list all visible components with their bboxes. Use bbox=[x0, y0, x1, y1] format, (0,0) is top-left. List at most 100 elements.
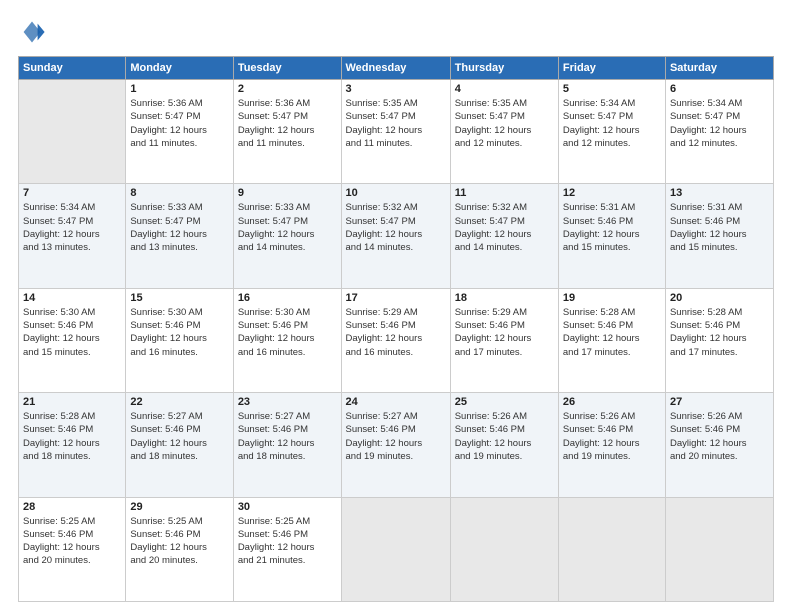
day-number: 10 bbox=[346, 187, 446, 199]
day-info: Sunrise: 5:34 AMSunset: 5:47 PMDaylight:… bbox=[670, 97, 769, 150]
day-number: 18 bbox=[455, 292, 554, 304]
calendar-cell: 12 Sunrise: 5:31 AMSunset: 5:46 PMDayligh… bbox=[558, 184, 665, 288]
calendar-cell: 26 Sunrise: 5:26 AMSunset: 5:46 PMDayligh… bbox=[558, 393, 665, 497]
day-info: Sunrise: 5:29 AMSunset: 5:46 PMDaylight:… bbox=[455, 306, 554, 359]
calendar-cell bbox=[558, 497, 665, 601]
day-number: 29 bbox=[130, 501, 228, 513]
day-number: 22 bbox=[130, 396, 228, 408]
calendar-cell: 11 Sunrise: 5:32 AMSunset: 5:47 PMDayligh… bbox=[450, 184, 558, 288]
day-info: Sunrise: 5:27 AMSunset: 5:46 PMDaylight:… bbox=[238, 410, 337, 463]
day-info: Sunrise: 5:29 AMSunset: 5:46 PMDaylight:… bbox=[346, 306, 446, 359]
day-number: 7 bbox=[23, 187, 121, 199]
day-info: Sunrise: 5:33 AMSunset: 5:47 PMDaylight:… bbox=[130, 201, 228, 254]
week-row-1: 1 Sunrise: 5:36 AMSunset: 5:47 PMDaylight… bbox=[19, 80, 774, 184]
week-row-4: 21 Sunrise: 5:28 AMSunset: 5:46 PMDayligh… bbox=[19, 393, 774, 497]
day-info: Sunrise: 5:27 AMSunset: 5:46 PMDaylight:… bbox=[130, 410, 228, 463]
day-header-saturday: Saturday bbox=[665, 57, 773, 80]
day-number: 28 bbox=[23, 501, 121, 513]
day-number: 2 bbox=[238, 83, 337, 95]
day-info: Sunrise: 5:27 AMSunset: 5:46 PMDaylight:… bbox=[346, 410, 446, 463]
day-info: Sunrise: 5:25 AMSunset: 5:46 PMDaylight:… bbox=[130, 515, 228, 568]
day-number: 24 bbox=[346, 396, 446, 408]
day-header-wednesday: Wednesday bbox=[341, 57, 450, 80]
logo bbox=[18, 18, 50, 46]
day-header-thursday: Thursday bbox=[450, 57, 558, 80]
day-info: Sunrise: 5:34 AMSunset: 5:47 PMDaylight:… bbox=[563, 97, 661, 150]
calendar-cell: 3 Sunrise: 5:35 AMSunset: 5:47 PMDaylight… bbox=[341, 80, 450, 184]
calendar-cell: 23 Sunrise: 5:27 AMSunset: 5:46 PMDayligh… bbox=[233, 393, 341, 497]
day-info: Sunrise: 5:35 AMSunset: 5:47 PMDaylight:… bbox=[455, 97, 554, 150]
day-info: Sunrise: 5:30 AMSunset: 5:46 PMDaylight:… bbox=[238, 306, 337, 359]
day-number: 23 bbox=[238, 396, 337, 408]
day-info: Sunrise: 5:32 AMSunset: 5:47 PMDaylight:… bbox=[455, 201, 554, 254]
day-info: Sunrise: 5:26 AMSunset: 5:46 PMDaylight:… bbox=[670, 410, 769, 463]
day-info: Sunrise: 5:25 AMSunset: 5:46 PMDaylight:… bbox=[23, 515, 121, 568]
calendar-cell bbox=[341, 497, 450, 601]
calendar-cell: 20 Sunrise: 5:28 AMSunset: 5:46 PMDayligh… bbox=[665, 288, 773, 392]
header-row: SundayMondayTuesdayWednesdayThursdayFrid… bbox=[19, 57, 774, 80]
day-info: Sunrise: 5:28 AMSunset: 5:46 PMDaylight:… bbox=[563, 306, 661, 359]
calendar-cell: 5 Sunrise: 5:34 AMSunset: 5:47 PMDaylight… bbox=[558, 80, 665, 184]
calendar-cell: 25Sunrise: 5:26 AMSunset: 5:46 PMDayligh… bbox=[450, 393, 558, 497]
day-info: Sunrise: 5:30 AMSunset: 5:46 PMDaylight:… bbox=[130, 306, 228, 359]
calendar-cell: 18 Sunrise: 5:29 AMSunset: 5:46 PMDayligh… bbox=[450, 288, 558, 392]
calendar-cell: 2 Sunrise: 5:36 AMSunset: 5:47 PMDaylight… bbox=[233, 80, 341, 184]
day-number: 20 bbox=[670, 292, 769, 304]
calendar-cell: 13Sunrise: 5:31 AMSunset: 5:46 PMDayligh… bbox=[665, 184, 773, 288]
calendar-cell: 1 Sunrise: 5:36 AMSunset: 5:47 PMDaylight… bbox=[126, 80, 233, 184]
calendar-cell: 14 Sunrise: 5:30 AMSunset: 5:46 PMDayligh… bbox=[19, 288, 126, 392]
calendar-cell: 9Sunrise: 5:33 AMSunset: 5:47 PMDaylight… bbox=[233, 184, 341, 288]
day-info: Sunrise: 5:36 AMSunset: 5:47 PMDaylight:… bbox=[130, 97, 228, 150]
day-number: 11 bbox=[455, 187, 554, 199]
day-info: Sunrise: 5:28 AMSunset: 5:46 PMDaylight:… bbox=[670, 306, 769, 359]
day-info: Sunrise: 5:31 AMSunset: 5:46 PMDaylight:… bbox=[670, 201, 769, 254]
calendar-cell: 29 Sunrise: 5:25 AMSunset: 5:46 PMDayligh… bbox=[126, 497, 233, 601]
day-number: 1 bbox=[130, 83, 228, 95]
calendar-cell: 24 Sunrise: 5:27 AMSunset: 5:46 PMDayligh… bbox=[341, 393, 450, 497]
day-number: 6 bbox=[670, 83, 769, 95]
calendar-cell bbox=[450, 497, 558, 601]
calendar-body: 1 Sunrise: 5:36 AMSunset: 5:47 PMDaylight… bbox=[19, 80, 774, 602]
day-number: 19 bbox=[563, 292, 661, 304]
day-number: 27 bbox=[670, 396, 769, 408]
day-header-tuesday: Tuesday bbox=[233, 57, 341, 80]
calendar-cell: 10Sunrise: 5:32 AMSunset: 5:47 PMDayligh… bbox=[341, 184, 450, 288]
day-number: 30 bbox=[238, 501, 337, 513]
day-info: Sunrise: 5:26 AMSunset: 5:46 PMDaylight:… bbox=[563, 410, 661, 463]
day-number: 14 bbox=[23, 292, 121, 304]
calendar-cell: 15 Sunrise: 5:30 AMSunset: 5:46 PMDayligh… bbox=[126, 288, 233, 392]
day-info: Sunrise: 5:30 AMSunset: 5:46 PMDaylight:… bbox=[23, 306, 121, 359]
day-number: 21 bbox=[23, 396, 121, 408]
logo-icon bbox=[18, 18, 46, 46]
day-info: Sunrise: 5:28 AMSunset: 5:46 PMDaylight:… bbox=[23, 410, 121, 463]
day-header-sunday: Sunday bbox=[19, 57, 126, 80]
calendar-cell: 7 Sunrise: 5:34 AMSunset: 5:47 PMDaylight… bbox=[19, 184, 126, 288]
week-row-2: 7 Sunrise: 5:34 AMSunset: 5:47 PMDaylight… bbox=[19, 184, 774, 288]
calendar-cell: 17 Sunrise: 5:29 AMSunset: 5:46 PMDayligh… bbox=[341, 288, 450, 392]
day-number: 16 bbox=[238, 292, 337, 304]
day-info: Sunrise: 5:34 AMSunset: 5:47 PMDaylight:… bbox=[23, 201, 121, 254]
calendar-cell: 16 Sunrise: 5:30 AMSunset: 5:46 PMDayligh… bbox=[233, 288, 341, 392]
day-header-friday: Friday bbox=[558, 57, 665, 80]
day-number: 12 bbox=[563, 187, 661, 199]
calendar: SundayMondayTuesdayWednesdayThursdayFrid… bbox=[18, 56, 774, 602]
calendar-cell bbox=[665, 497, 773, 601]
day-number: 17 bbox=[346, 292, 446, 304]
day-number: 15 bbox=[130, 292, 228, 304]
calendar-cell: 30Sunrise: 5:25 AMSunset: 5:46 PMDayligh… bbox=[233, 497, 341, 601]
day-info: Sunrise: 5:31 AMSunset: 5:46 PMDaylight:… bbox=[563, 201, 661, 254]
week-row-3: 14 Sunrise: 5:30 AMSunset: 5:46 PMDayligh… bbox=[19, 288, 774, 392]
header bbox=[18, 18, 774, 46]
calendar-cell: 19 Sunrise: 5:28 AMSunset: 5:46 PMDayligh… bbox=[558, 288, 665, 392]
calendar-cell: 8Sunrise: 5:33 AMSunset: 5:47 PMDaylight… bbox=[126, 184, 233, 288]
calendar-cell: 6 Sunrise: 5:34 AMSunset: 5:47 PMDaylight… bbox=[665, 80, 773, 184]
week-row-5: 28 Sunrise: 5:25 AMSunset: 5:46 PMDayligh… bbox=[19, 497, 774, 601]
day-number: 5 bbox=[563, 83, 661, 95]
day-number: 25 bbox=[455, 396, 554, 408]
calendar-cell: 4Sunrise: 5:35 AMSunset: 5:47 PMDaylight… bbox=[450, 80, 558, 184]
day-header-monday: Monday bbox=[126, 57, 233, 80]
day-info: Sunrise: 5:36 AMSunset: 5:47 PMDaylight:… bbox=[238, 97, 337, 150]
day-number: 26 bbox=[563, 396, 661, 408]
day-number: 3 bbox=[346, 83, 446, 95]
day-info: Sunrise: 5:35 AMSunset: 5:47 PMDaylight:… bbox=[346, 97, 446, 150]
